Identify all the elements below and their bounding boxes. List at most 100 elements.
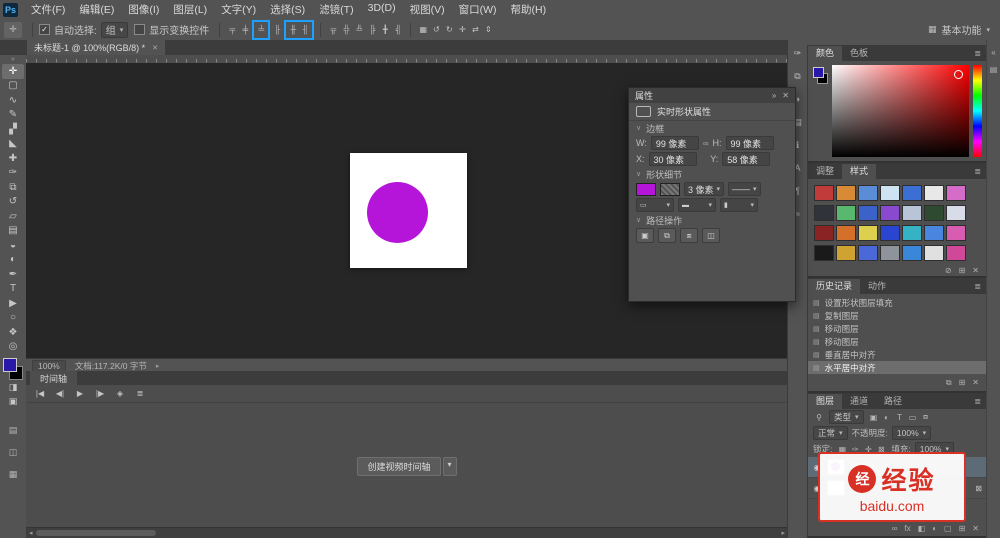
distribute-horizontal-centers-button[interactable]: ╋ [379,23,391,37]
tab-history[interactable]: 历史记录 [808,279,860,294]
blend-mode-dropdown[interactable]: 正常 ▾ [813,426,848,440]
history-state-duplicate-layer[interactable]: ▤复制图层 [808,309,986,322]
libraries-panel-icon[interactable]: ▤ [990,65,998,74]
status-popup-icon[interactable]: ▸ [156,362,160,370]
delete-layer-icon[interactable]: ✕ [972,524,979,533]
history-state-align-vertical-centers[interactable]: ▤垂直居中对齐 [808,348,986,361]
horizontal-scrollbar[interactable]: ◂ ▸ [26,527,788,538]
align-horizontal-centers-button[interactable]: ╫ [287,23,299,37]
history-state-set-shape-fill[interactable]: ▤设置形状图层填充 [808,296,986,309]
document-info[interactable]: 文档:117.2K/0 字节 [75,360,147,372]
align-left-edges-button[interactable]: ╟ [271,23,283,37]
color-swatch-control[interactable] [3,358,23,380]
timeline-type-dropdown[interactable]: ▾ [443,457,457,476]
auto-select-dropdown[interactable]: 组 ▾ [101,22,129,38]
tab-layers[interactable]: 图层 [808,394,842,409]
menu-edit[interactable]: 编辑(E) [72,2,121,17]
menu-3d[interactable]: 3D(D) [361,2,403,17]
menu-file[interactable]: 文件(F) [24,2,72,17]
hue-slider[interactable] [973,65,982,157]
style-swatch[interactable] [880,245,900,261]
eyedropper-tool[interactable]: ◣ [2,137,24,152]
style-swatch[interactable] [836,225,856,241]
play-icon[interactable]: ▶ [74,387,86,401]
go-to-first-frame-icon[interactable]: |◀ [34,387,46,401]
menu-image[interactable]: 图像(I) [121,2,166,17]
horizontal-type-tool[interactable]: T [2,282,24,297]
tab-swatches[interactable]: 色板 [842,46,876,61]
saturation-brightness-picker[interactable] [832,65,969,157]
shape-fill-swatch[interactable] [636,183,656,196]
style-swatch[interactable] [924,225,944,241]
gradient-tool[interactable]: ▤ [2,224,24,239]
stroke-cap-select[interactable]: ▬▾ [678,198,716,212]
3d-rotate-button[interactable]: ↺ [430,23,442,37]
stroke-style-dropdown[interactable]: —— ▾ [728,182,761,196]
tab-styles[interactable]: 样式 [842,164,876,179]
3d-scale-button[interactable]: ⇕ [482,23,494,37]
panel-menu-icon[interactable]: ≣ [969,279,986,294]
blur-tool[interactable]: ◒ [2,238,24,253]
style-swatch[interactable] [902,185,922,201]
distribute-left-edges-button[interactable]: ╠ [366,23,378,37]
zoom-level[interactable]: 100% [32,360,66,372]
style-swatch[interactable] [836,205,856,221]
new-layer-icon[interactable]: ⊞ [959,524,966,533]
crop-tool[interactable]: ▞ [2,122,24,137]
rectangular-marquee-tool[interactable]: ▢ [2,79,24,94]
new-document-from-state-icon[interactable]: ⧉ [946,378,952,388]
x-field[interactable]: 30 像素 [649,152,697,166]
history-state-align-horizontal-centers[interactable]: ▤水平居中对齐 [808,361,986,374]
style-swatch[interactable] [880,185,900,201]
style-swatch[interactable] [858,225,878,241]
layer-filter-dropdown[interactable]: 类型 ▾ [829,410,864,424]
style-swatch[interactable] [924,245,944,261]
y-field[interactable]: 58 像素 [722,152,770,166]
distribute-bottom-edges-button[interactable]: ╩ [353,23,365,37]
combine-shapes-icon[interactable]: ▣ [636,228,654,243]
ellipse-shape[interactable] [367,182,428,243]
foreground-color-swatch[interactable] [3,358,17,372]
clone-source-panel-icon[interactable]: ⧉ [790,69,806,83]
next-frame-icon[interactable]: |▶ [94,387,106,401]
document-canvas[interactable] [350,153,467,268]
style-swatch[interactable] [902,245,922,261]
filter-smart-objects-icon[interactable]: ⧈ [920,412,932,422]
distribute-top-edges-button[interactable]: ╦ [327,23,339,37]
auto-select-checkbox[interactable]: ✓ [39,24,50,35]
tab-channels[interactable]: 通道 [842,394,876,409]
style-swatch[interactable] [902,225,922,241]
style-swatch[interactable] [814,205,834,221]
style-swatch[interactable] [880,205,900,221]
distribute-vertical-centers-button[interactable]: ╬ [340,23,352,37]
tab-paths[interactable]: 路径 [876,394,910,409]
scrollbar-thumb[interactable] [36,530,156,536]
menu-type[interactable]: 文字(Y) [214,2,263,17]
mini-bridge-panel-icon[interactable]: ▤ [2,424,24,437]
shape-stroke-swatch[interactable] [660,183,680,196]
menu-window[interactable]: 窗口(W) [452,2,504,17]
menu-filter[interactable]: 滤镜(T) [312,2,360,17]
delete-state-icon[interactable]: ✕ [972,378,979,388]
align-top-edges-button[interactable]: ╤ [226,23,238,37]
clone-stamp-tool[interactable]: ⧉ [2,180,24,195]
style-swatch[interactable] [814,245,834,261]
timeline-settings-icon[interactable]: ≣ [134,387,146,401]
zoom-tool[interactable]: ◎ [2,340,24,355]
panel-menu-icon[interactable]: ≣ [969,394,986,409]
quick-selection-tool[interactable]: ✎ [2,108,24,123]
add-layer-mask-icon[interactable]: ◧ [918,524,926,533]
scroll-right-icon[interactable]: ▸ [781,529,785,537]
history-state-move-layer-1[interactable]: ▤移动图层 [808,322,986,335]
style-swatch[interactable] [946,225,966,241]
brush-panel-icon[interactable]: ✑ [790,46,806,60]
panel-foreground-swatch[interactable] [813,67,824,78]
properties-header[interactable]: 属性 » ✕ [629,88,795,103]
move-tool[interactable]: ✛ [2,64,24,79]
3d-roll-button[interactable]: ↻ [443,23,455,37]
style-swatch[interactable] [858,245,878,261]
previous-frame-icon[interactable]: ◀| [54,387,66,401]
distribute-right-edges-button[interactable]: ╣ [392,23,404,37]
pen-tool[interactable]: ✒ [2,267,24,282]
new-adjustment-layer-icon[interactable]: ◐ [932,524,937,533]
